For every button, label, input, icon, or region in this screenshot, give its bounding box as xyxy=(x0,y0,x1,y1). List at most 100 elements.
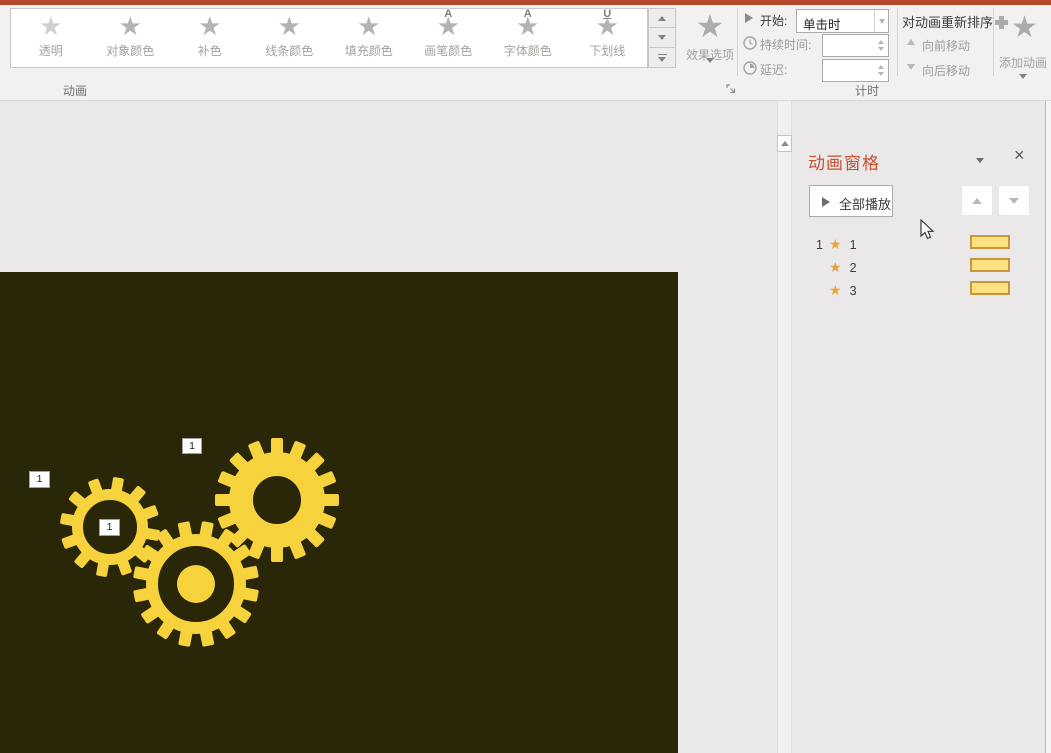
spin-up-icon[interactable] xyxy=(878,65,884,69)
star-icon: ★ xyxy=(1011,11,1038,45)
animation-list-item[interactable]: 1 ★ 1 xyxy=(816,233,976,256)
gallery-item-label: 下划线 xyxy=(568,42,648,59)
close-icon[interactable]: × xyxy=(1014,145,1025,166)
timeline-bar[interactable] xyxy=(970,281,1010,295)
slide-vertical-scrollbar[interactable] xyxy=(777,101,792,753)
plus-icon xyxy=(995,16,1008,29)
group-label-animation: 动画 xyxy=(63,82,87,99)
gallery-scroll-up-button[interactable] xyxy=(648,8,676,28)
gallery-item-fill-color[interactable]: ★ 填充颜色 xyxy=(329,9,409,67)
scrollbar-up-button[interactable] xyxy=(777,135,792,152)
mouse-cursor xyxy=(920,219,935,241)
gallery-item-label: 画笔颜色 xyxy=(409,42,489,59)
play-icon xyxy=(822,197,830,207)
gallery-item-complementary-color[interactable]: ★ 补色 xyxy=(170,9,250,67)
item-label: 2 xyxy=(850,261,857,275)
delay-label: 延迟: xyxy=(760,61,787,78)
delay-input[interactable] xyxy=(825,61,871,80)
spin-down-icon[interactable] xyxy=(878,47,884,51)
delay-clock-icon xyxy=(743,61,757,75)
dialog-launcher-icon[interactable] xyxy=(726,84,737,95)
gallery-scrollbar xyxy=(648,8,676,68)
slide-canvas[interactable] xyxy=(0,272,678,753)
start-value: 单击时 xyxy=(803,14,841,33)
move-earlier-button[interactable]: 向前移动 xyxy=(922,37,970,54)
start-combobox[interactable]: 单击时 xyxy=(796,9,889,33)
chevron-up-icon xyxy=(781,141,789,146)
move-earlier-icon xyxy=(907,39,915,45)
gallery-item-brush-color[interactable]: ★ A 画笔颜色 xyxy=(409,9,489,67)
pane-move-down-button[interactable] xyxy=(998,185,1030,216)
duration-input[interactable] xyxy=(825,36,871,55)
duration-spinbox xyxy=(822,34,889,57)
chevron-down-icon xyxy=(706,58,714,80)
animation-order-badge[interactable]: 1 xyxy=(99,519,120,536)
play-all-button[interactable]: 全部播放 xyxy=(809,185,893,217)
duration-label: 持续时间: xyxy=(760,36,811,53)
animation-order-badge[interactable]: 1 xyxy=(182,438,202,454)
start-label: 开始: xyxy=(760,12,787,29)
pane-move-up-button[interactable] xyxy=(961,185,993,216)
gallery-item-underline[interactable]: ★ U 下划线 xyxy=(568,9,648,67)
chevron-down-icon xyxy=(658,57,666,62)
group-label-timing: 计时 xyxy=(855,82,879,99)
star-icon: ★ xyxy=(91,11,171,41)
gallery-more-button[interactable] xyxy=(648,48,676,68)
item-label: 1 xyxy=(850,238,857,252)
pane-title: 动画窗格 xyxy=(808,149,880,174)
gallery-item-label: 透明 xyxy=(11,42,91,59)
gallery-item-label: 线条颜色 xyxy=(250,42,330,59)
gallery-item-object-color[interactable]: ★ 对象颜色 xyxy=(91,9,171,67)
timeline-bar[interactable] xyxy=(970,235,1010,249)
item-order: 1 xyxy=(816,238,829,252)
ribbon-divider xyxy=(897,8,898,76)
star-overlay-letter: A xyxy=(524,8,532,20)
animation-list-item[interactable]: ★ 3 xyxy=(816,279,976,302)
gallery-item-font-color[interactable]: ★ A 字体颜色 xyxy=(488,9,568,67)
star-icon: ★ xyxy=(250,11,330,41)
star-icon: ★ xyxy=(329,11,409,41)
animation-gallery: ★ 透明 ★ 对象颜色 ★ 补色 ★ 线条颜色 ★ 填充颜色 ★ A 画笔颜色 xyxy=(10,8,648,68)
pane-menu-button[interactable] xyxy=(973,153,987,167)
star-icon: ★ xyxy=(170,11,250,41)
gallery-item-label: 字体颜色 xyxy=(488,42,568,59)
delay-spinbox xyxy=(822,59,889,82)
gallery-item-label: 对象颜色 xyxy=(91,42,171,59)
chevron-up-icon xyxy=(972,198,982,204)
animation-pane: 动画窗格 × 全部播放 1 ★ 1 ★ 2 ★ 3 xyxy=(793,101,1045,753)
gallery-item-line-color[interactable]: ★ 线条颜色 xyxy=(250,9,330,67)
star-icon: ★ xyxy=(829,282,842,299)
chevron-up-icon xyxy=(658,16,666,21)
add-animation-label: 添加动画 xyxy=(995,54,1051,71)
chevron-down-icon xyxy=(1019,74,1027,79)
move-later-button[interactable]: 向后移动 xyxy=(922,62,970,79)
gallery-item-label: 填充颜色 xyxy=(329,42,409,59)
spin-down-icon[interactable] xyxy=(878,72,884,76)
ribbon-divider xyxy=(993,8,994,76)
start-play-icon xyxy=(745,13,753,23)
star-icon: ★ xyxy=(829,259,842,276)
chevron-down-icon xyxy=(1009,198,1019,204)
animation-list-item[interactable]: ★ 2 xyxy=(816,256,976,279)
timeline-bar[interactable] xyxy=(970,258,1010,272)
chevron-down-icon xyxy=(976,158,984,163)
move-later-icon xyxy=(907,64,915,70)
ribbon: ★ 透明 ★ 对象颜色 ★ 补色 ★ 线条颜色 ★ 填充颜色 ★ A 画笔颜色 xyxy=(0,5,1051,101)
more-icon xyxy=(658,54,667,55)
add-animation-button[interactable]: ★ 添加动画 xyxy=(995,8,1051,88)
gallery-scroll-down-button[interactable] xyxy=(648,28,676,48)
spin-up-icon[interactable] xyxy=(878,40,884,44)
combo-dropdown-button[interactable] xyxy=(874,10,888,32)
gallery-item-label: 补色 xyxy=(170,42,250,59)
gallery-item-transparent[interactable]: ★ 透明 xyxy=(11,9,91,67)
star-icon: ★ xyxy=(11,11,91,41)
effect-options-button[interactable]: ★ 效果选项 xyxy=(683,8,737,80)
star-icon: ★ xyxy=(683,8,737,44)
animation-order-badge[interactable]: 1 xyxy=(29,471,50,488)
chevron-down-icon xyxy=(879,19,885,24)
item-label: 3 xyxy=(850,284,857,298)
gears-graphic xyxy=(0,272,678,753)
play-all-label: 全部播放 xyxy=(839,194,891,213)
pane-right-strip xyxy=(1046,101,1051,753)
star-overlay-letter: A xyxy=(444,8,452,20)
